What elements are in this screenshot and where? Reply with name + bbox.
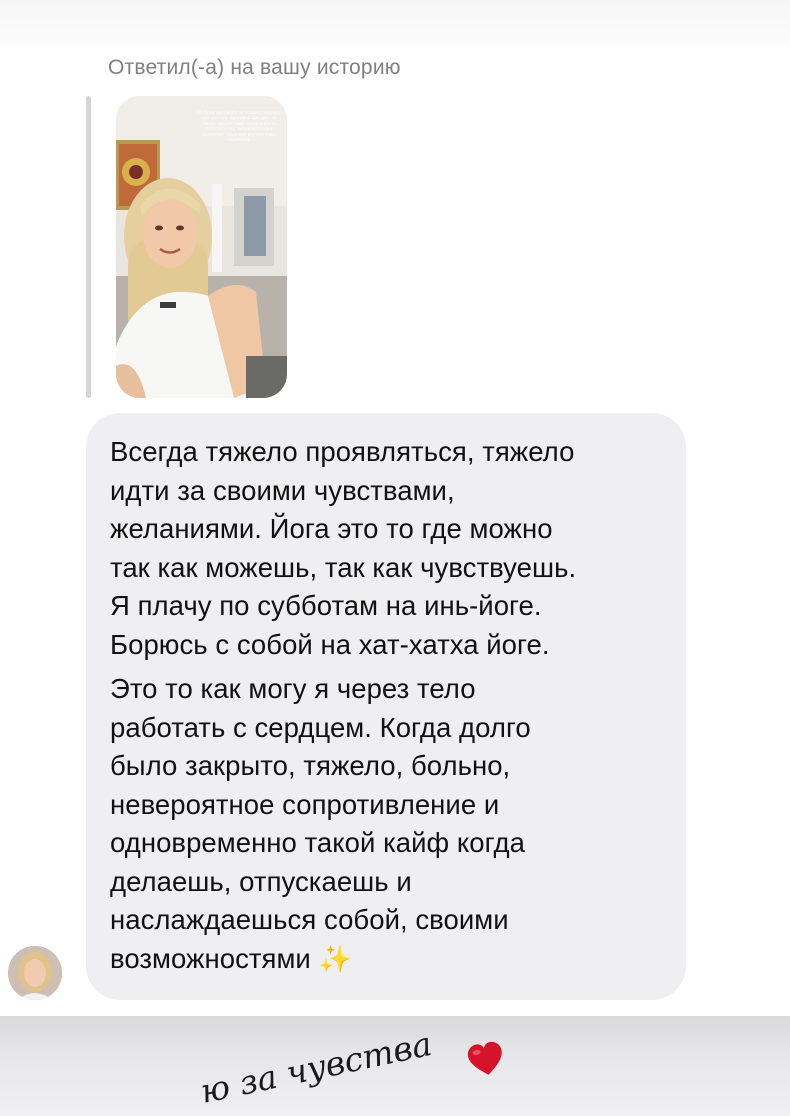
message-paragraph-2: Это то как могу я через тело работать с … <box>110 670 660 978</box>
message-paragraph-1: Всегда тяжело проявляться, тяжело идти з… <box>110 436 577 660</box>
sparkles-icon: ✨ <box>318 943 353 974</box>
story-caption-text: P.S Практика йоги не только поможет вам … <box>196 110 282 143</box>
reply-to-story-label: Ответил(-а) на вашу историю <box>108 56 401 79</box>
avatar-photo <box>8 946 62 1000</box>
story-preview-thumbnail[interactable]: P.S Практика йоги не только поможет вам … <box>116 96 287 398</box>
top-bar <box>0 0 790 46</box>
message-bubble[interactable]: Всегда тяжело проявляться, тяжело идти з… <box>86 413 686 1000</box>
heart-icon <box>467 1041 502 1075</box>
sender-avatar[interactable] <box>8 946 62 1000</box>
quote-indicator-bar <box>86 96 91 398</box>
message-paragraph-2-text: Это то как могу я через тело работать с … <box>110 673 531 974</box>
